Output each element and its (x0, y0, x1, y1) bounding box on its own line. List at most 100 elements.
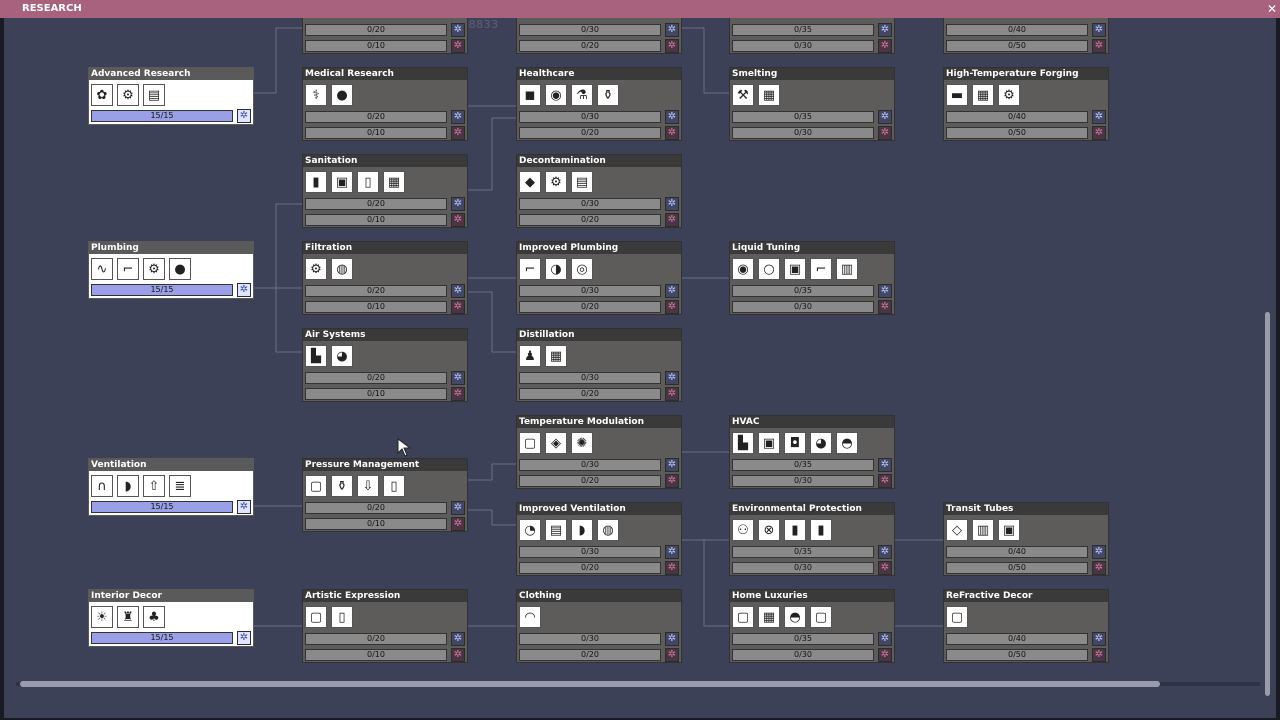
unlock-item-icon[interactable]: ▥ (972, 519, 994, 541)
unlock-item-icon[interactable]: ▢ (519, 432, 541, 454)
unlock-item-icon[interactable]: ♣ (143, 606, 165, 628)
unlock-item-icon[interactable]: ◍ (331, 258, 353, 280)
unlock-item-icon[interactable]: ✺ (571, 432, 593, 454)
unlock-item-icon[interactable]: ▢ (305, 475, 327, 497)
unlock-item-icon[interactable]: ⚗ (571, 84, 593, 106)
unlock-item-icon[interactable]: ▢ (732, 606, 754, 628)
unlock-item-icon[interactable]: ▙ (305, 345, 327, 367)
unlock-item-icon[interactable]: ⌐ (117, 258, 139, 280)
unlock-item-icon[interactable]: ◘ (784, 432, 806, 454)
unlock-item-icon[interactable]: ◎ (571, 258, 593, 280)
unlock-item-icon[interactable]: ◉ (732, 258, 754, 280)
unlock-item-icon[interactable]: ◕ (810, 432, 832, 454)
tech-node-improved-plumbing[interactable]: Improved Plumbing ⌐ ◑ ◎ 0/30 ✲ 0/20 ✲ (516, 241, 682, 315)
unlock-item-icon[interactable]: ▮ (810, 519, 832, 541)
unlock-item-icon[interactable]: ▢ (946, 606, 968, 628)
tech-node-smelting[interactable]: Smelting ⚒ ▦ 0/35 ✲ 0/30 ✲ (729, 67, 895, 141)
unlock-item-icon[interactable]: ◆ (519, 171, 541, 193)
unlock-item-icon[interactable]: ◉ (545, 84, 567, 106)
tech-node-air-systems[interactable]: Air Systems ▙ ◕ 0/20 ✲ 0/10 ✲ (302, 328, 468, 402)
tech-node-hvac[interactable]: HVAC ▙ ▣ ◘ ◕ ◓ 0/35 ✲ 0/30 ✲ (729, 415, 895, 489)
unlock-item-icon[interactable]: ▙ (732, 432, 754, 454)
tech-node-high-temperature-forging[interactable]: High-Temperature Forging ▬ ▦ ⚙ 0/40 ✲ 0/50 ✲ (943, 67, 1109, 141)
unlock-item-icon[interactable]: ⚙ (143, 258, 165, 280)
unlock-item-icon[interactable]: ◼ (519, 84, 541, 106)
unlock-item-icon[interactable]: ◓ (784, 606, 806, 628)
tech-node-refractive-decor[interactable]: ReFractive Decor ▢ 0/40 ✲ 0/50 ✲ (943, 589, 1109, 663)
tech-node-healthcare[interactable]: Healthcare ◼ ◉ ⚗ ⚱ 0/30 ✲ 0/20 ✲ (516, 67, 682, 141)
unlock-item-icon[interactable]: ▦ (758, 606, 780, 628)
unlock-item-icon[interactable]: ◑ (545, 258, 567, 280)
unlock-item-icon[interactable]: ◓ (836, 432, 858, 454)
unlock-item-icon[interactable]: ▢ (305, 606, 327, 628)
tech-node-clothing[interactable]: Clothing ◠ 0/30 ✲ 0/20 ✲ (516, 589, 682, 663)
unlock-item-icon[interactable]: ⚙ (545, 171, 567, 193)
tech-node-partial-3[interactable]: 0/40 ✲ 0/50 ✲ (943, 18, 1109, 54)
vertical-scrollbar-thumb[interactable] (1265, 312, 1270, 696)
unlock-item-icon[interactable]: ▮ (305, 171, 327, 193)
unlock-item-icon[interactable]: ◗ (117, 475, 139, 497)
unlock-item-icon[interactable]: ▦ (383, 171, 405, 193)
research-tree-panel[interactable]: DEVELOPMENT BUILD: CU-28833 0/20✲0/10✲0/… (4, 18, 1276, 718)
tech-node-partial-0[interactable]: 0/20 ✲ 0/10 ✲ (302, 18, 468, 54)
tech-node-decontamination[interactable]: Decontamination ◆ ⚙ ▤ 0/30 ✲ 0/20 ✲ (516, 154, 682, 228)
tech-node-home-luxuries[interactable]: Home Luxuries ▢ ▦ ◓ ▢ 0/35 ✲ 0/30 ✲ (729, 589, 895, 663)
close-icon[interactable]: ✕ (1264, 0, 1280, 18)
unlock-item-icon[interactable]: ◍ (597, 519, 619, 541)
horizontal-scrollbar-thumb[interactable] (20, 681, 1160, 687)
unlock-item-icon[interactable]: ▥ (836, 258, 858, 280)
unlock-item-icon[interactable]: ▦ (972, 84, 994, 106)
unlock-item-icon[interactable]: ⚇ (732, 519, 754, 541)
tech-node-partial-1[interactable]: 0/30 ✲ 0/20 ✲ (516, 18, 682, 54)
unlock-item-icon[interactable]: ≣ (169, 475, 191, 497)
tech-node-improved-ventilation[interactable]: Improved Ventilation ◔ ▤ ◗ ◍ 0/30 ✲ 0/20 ✲ (516, 502, 682, 576)
unlock-item-icon[interactable]: ⚒ (732, 84, 754, 106)
tech-node-filtration[interactable]: Filtration ⚙ ◍ 0/20 ✲ 0/10 ✲ (302, 241, 468, 315)
tech-node-artistic-expression[interactable]: Artistic Expression ▢ ▯ 0/20 ✲ 0/10 ✲ (302, 589, 468, 663)
tech-node-medical-research[interactable]: Medical Research ⚕ ● 0/20 ✲ 0/10 ✲ (302, 67, 468, 141)
unlock-item-icon[interactable]: ♜ (117, 606, 139, 628)
tech-node-advanced-research[interactable]: Advanced Research ✿ ⚙ ▤ 15/15 ✲ (88, 67, 254, 125)
unlock-item-icon[interactable]: ▣ (998, 519, 1020, 541)
unlock-item-icon[interactable]: ⚱ (331, 475, 353, 497)
unlock-item-icon[interactable]: ⚙ (117, 84, 139, 106)
unlock-item-icon[interactable]: ☀ (91, 606, 113, 628)
unlock-item-icon[interactable]: ▢ (810, 606, 832, 628)
tech-node-pressure-management[interactable]: Pressure Management ▢ ⚱ ⇩ ▯ 0/20 ✲ 0/10 ✲ (302, 458, 468, 532)
unlock-item-icon[interactable]: ⚕ (305, 84, 327, 106)
unlock-item-icon[interactable]: ✿ (91, 84, 113, 106)
unlock-item-icon[interactable]: ∿ (91, 258, 113, 280)
unlock-item-icon[interactable]: ▣ (784, 258, 806, 280)
tech-node-environmental-protection[interactable]: Environmental Protection ⚇ ⊗ ▮ ▮ 0/35 ✲ 0/30 ✲ (729, 502, 895, 576)
tech-node-temperature-modulation[interactable]: Temperature Modulation ▢ ◈ ✺ 0/30 ✲ 0/20 ✲ (516, 415, 682, 489)
unlock-item-icon[interactable]: ▣ (331, 171, 353, 193)
unlock-item-icon[interactable]: ◠ (519, 606, 541, 628)
unlock-item-icon[interactable]: ⇧ (143, 475, 165, 497)
unlock-item-icon[interactable]: ⚙ (305, 258, 327, 280)
unlock-item-icon[interactable]: ○ (758, 258, 780, 280)
unlock-item-icon[interactable]: ♟ (519, 345, 541, 367)
unlock-item-icon[interactable]: ∩ (91, 475, 113, 497)
unlock-item-icon[interactable]: ▤ (143, 84, 165, 106)
unlock-item-icon[interactable]: ▣ (758, 432, 780, 454)
unlock-item-icon[interactable]: ● (169, 258, 191, 280)
unlock-item-icon[interactable]: ▦ (758, 84, 780, 106)
unlock-item-icon[interactable]: ▯ (383, 475, 405, 497)
unlock-item-icon[interactable]: ◗ (571, 519, 593, 541)
unlock-item-icon[interactable]: ▯ (357, 171, 379, 193)
tech-node-transit-tubes[interactable]: Transit Tubes ◇ ▥ ▣ 0/40 ✲ 0/50 ✲ (943, 502, 1109, 576)
unlock-item-icon[interactable]: ⚱ (597, 84, 619, 106)
tech-node-sanitation[interactable]: Sanitation ▮ ▣ ▯ ▦ 0/20 ✲ 0/10 ✲ (302, 154, 468, 228)
unlock-item-icon[interactable]: ◇ (946, 519, 968, 541)
unlock-item-icon[interactable]: ⌐ (810, 258, 832, 280)
unlock-item-icon[interactable]: ▬ (946, 84, 968, 106)
tech-node-liquid-tuning[interactable]: Liquid Tuning ◉ ○ ▣ ⌐ ▥ 0/35 ✲ 0/30 ✲ (729, 241, 895, 315)
unlock-item-icon[interactable]: ▤ (545, 519, 567, 541)
unlock-item-icon[interactable]: ● (331, 84, 353, 106)
tech-node-partial-2[interactable]: 0/35 ✲ 0/30 ✲ (729, 18, 895, 54)
tech-node-plumbing[interactable]: Plumbing ∿ ⌐ ⚙ ● 15/15 ✲ (88, 241, 254, 299)
unlock-item-icon[interactable]: ⊗ (758, 519, 780, 541)
unlock-item-icon[interactable]: ◕ (331, 345, 353, 367)
unlock-item-icon[interactable]: ⇩ (357, 475, 379, 497)
unlock-item-icon[interactable]: ◈ (545, 432, 567, 454)
